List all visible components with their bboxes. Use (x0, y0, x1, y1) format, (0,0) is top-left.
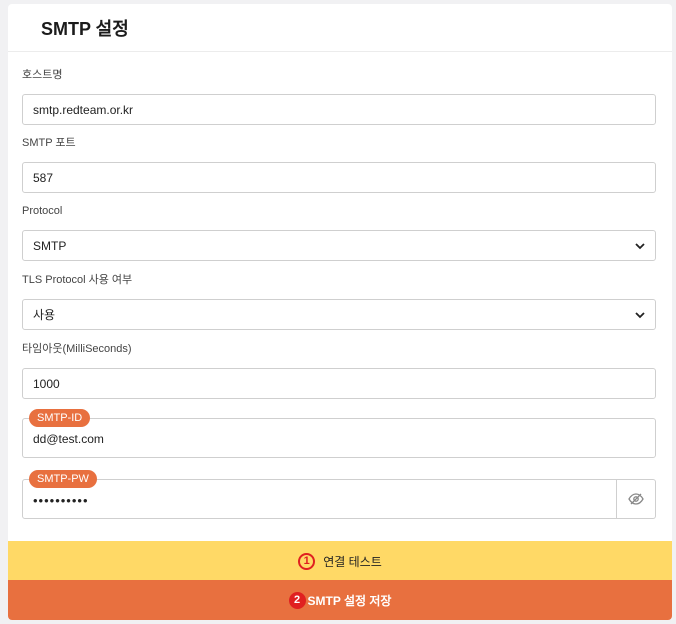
protocol-select[interactable]: SMTP (22, 230, 656, 261)
smtp-settings-card: SMTP 설정 호스트명 smtp.redteam.or.kr SMTP 포트 … (8, 4, 672, 620)
smtp-id-label: SMTP-ID (29, 409, 91, 427)
step-marker-1: 1 (298, 552, 316, 570)
host-label: 호스트명 (22, 69, 63, 81)
toggle-password-button[interactable] (617, 479, 656, 519)
connection-test-label: 연결 테스트 (323, 554, 382, 569)
host-group: 호스트명 smtp.redteam.or.kr (22, 68, 656, 125)
host-value: smtp.redteam.or.kr (33, 102, 134, 117)
tls-select[interactable]: 사용 (22, 299, 656, 330)
protocol-label: Protocol (22, 205, 63, 217)
port-label: SMTP 포트 (22, 137, 76, 149)
save-smtp-settings-button[interactable]: 2 SMTP 설정 저장 (8, 580, 672, 620)
smtp-id-group: SMTP-ID dd@test.com (22, 409, 656, 458)
chevron-down-icon (635, 311, 645, 318)
save-smtp-settings-label: SMTP 설정 저장 (307, 593, 392, 608)
protocol-selected-value: SMTP (33, 238, 67, 253)
tls-group: TLS Protocol 사용 여부 사용 (22, 273, 656, 330)
card-header: SMTP 설정 (8, 4, 672, 52)
step-marker-2: 2 (288, 591, 306, 609)
timeout-input[interactable]: 1000 (22, 368, 656, 399)
port-group: SMTP 포트 587 (22, 136, 656, 193)
connection-test-button[interactable]: 1 연결 테스트 (8, 541, 672, 581)
host-input[interactable]: smtp.redteam.or.kr (22, 94, 656, 125)
smtp-pw-group: SMTP-PW •••••••••• (22, 470, 656, 519)
port-value: 587 (33, 170, 54, 185)
timeout-value: 1000 (33, 376, 60, 391)
smtp-pw-value: •••••••••• (33, 492, 89, 508)
smtp-id-value: dd@test.com (33, 432, 104, 446)
chevron-down-icon (635, 242, 645, 249)
smtp-pw-input[interactable]: •••••••••• (22, 479, 617, 519)
smtp-id-input[interactable]: dd@test.com (22, 418, 656, 458)
timeout-group: 타임아웃(MilliSeconds) 1000 (22, 342, 656, 399)
page-title: SMTP 설정 (41, 18, 129, 39)
tls-label: TLS Protocol 사용 여부 (22, 274, 133, 286)
password-wrapper: •••••••••• (22, 479, 656, 519)
protocol-group: Protocol SMTP (22, 204, 656, 261)
eye-slash-icon (628, 493, 644, 505)
timeout-label: 타임아웃(MilliSeconds) (22, 343, 132, 355)
tls-selected-value: 사용 (33, 308, 56, 322)
smtp-pw-label: SMTP-PW (29, 470, 97, 488)
port-input[interactable]: 587 (22, 162, 656, 193)
